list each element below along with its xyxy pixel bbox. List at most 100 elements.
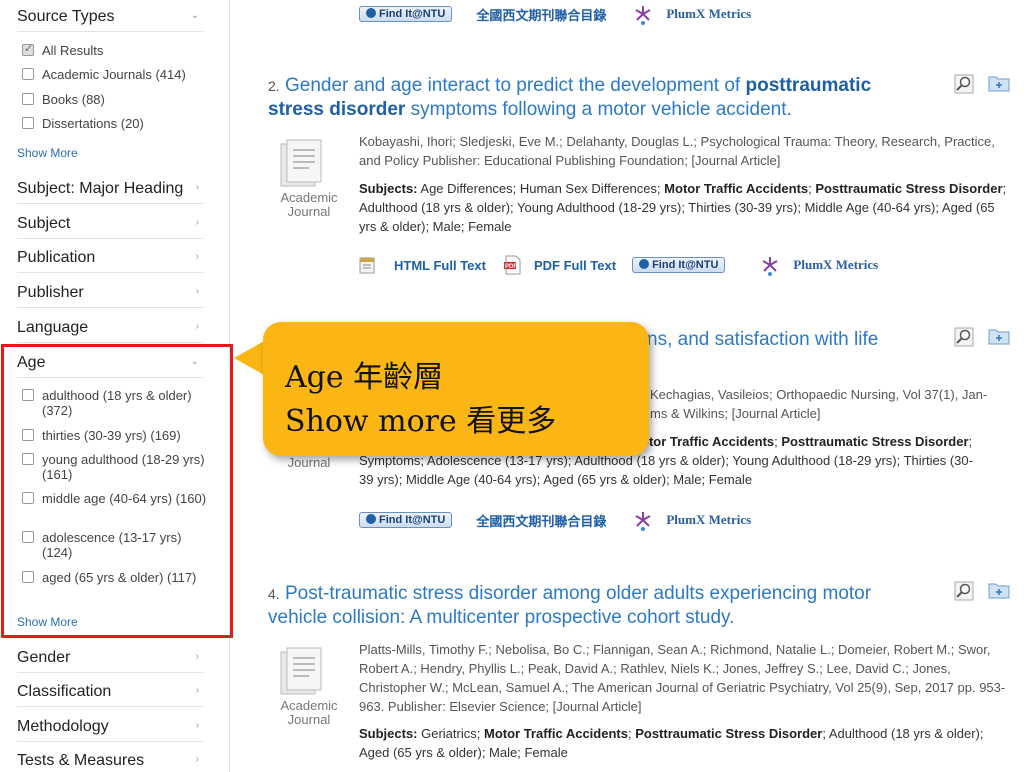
doc-type-line: Academic	[280, 698, 338, 713]
authors-line: Kechagias, Vasileios; Orthopaedic Nursin…	[650, 387, 988, 402]
add-to-folder-icon[interactable]	[988, 581, 1010, 599]
union-catalog-link[interactable]: 全國西文期刊聯合目錄	[476, 511, 606, 530]
result-authors: Kobayashi, Ihori; Sledjeski, Eve M.; Del…	[359, 134, 995, 168]
html-full-text-icon	[359, 257, 375, 274]
doc-type-line: Journal	[287, 204, 331, 219]
chevron-right-icon: ›	[195, 286, 199, 297]
chevron-right-icon: ›	[195, 217, 199, 228]
subjects-highlight: otor Traffic Accidents	[641, 434, 775, 449]
plumx-metrics-link[interactable]: PlumX Metrics	[793, 257, 878, 273]
result-number: 2.	[268, 78, 280, 94]
plumx-icon	[762, 257, 778, 276]
source-type-label: Academic Journals (414)	[42, 67, 186, 82]
result-authors: Kechagias, Vasileios; Orthopaedic Nursin…	[650, 385, 1010, 423]
facet-source-types[interactable]: Source Types ⌄	[17, 2, 203, 32]
result-1-links: Find It@NTU 全國西文期刊聯合目錄 PlumX Metrics	[359, 3, 751, 25]
result-tools	[954, 581, 1010, 601]
facet-subject-major-heading[interactable]: Subject: Major Heading ›	[17, 174, 203, 204]
result-subjects-cont: Symptoms; Adolescence (13-17 yrs); Adult…	[359, 451, 1009, 489]
svg-text:PDF: PDF	[505, 264, 517, 270]
result-tools	[954, 74, 1010, 94]
find-it-ntu-button[interactable]: Find It@NTU	[632, 257, 726, 273]
result-authors: Platts-Mills, Timothy F.; Nebolisa, Bo C…	[359, 642, 1006, 714]
facet-language[interactable]: Language ›	[17, 313, 203, 343]
subjects-label: Subjects:	[359, 726, 418, 741]
pdf-full-text-link[interactable]: PDF Full Text	[534, 258, 616, 273]
callout-pointer	[234, 340, 266, 376]
result-title-link[interactable]: ns, and satisfaction with life	[647, 328, 947, 351]
facet-label: Publication	[17, 248, 96, 266]
subjects-label: Subjects:	[359, 181, 418, 196]
source-type-label: Dissertations (20)	[42, 116, 144, 131]
facet-publication[interactable]: Publication ›	[17, 243, 203, 273]
preview-magnifier-icon[interactable]	[954, 74, 974, 94]
title-text: Post-traumatic stress disorder among old…	[268, 583, 872, 628]
academic-journal-icon	[280, 139, 322, 187]
facet-subject[interactable]: Subject ›	[17, 209, 203, 239]
find-it-icon	[366, 514, 376, 524]
facet-label: Methodology	[17, 717, 109, 735]
facet-label: Classification	[17, 682, 112, 700]
chevron-right-icon: ›	[195, 182, 199, 193]
find-it-ntu-button[interactable]: Find It@NTU	[359, 512, 453, 528]
add-to-folder-icon[interactable]	[988, 74, 1010, 92]
doc-type-line: Academic	[280, 190, 338, 205]
checkbox[interactable]	[22, 93, 34, 105]
subjects-text: Age Differences; Human Sex Differences;	[417, 181, 665, 196]
checkbox[interactable]	[22, 117, 34, 129]
subjects-line: 39 yrs); Middle Age (40-64 yrs); Aged (6…	[359, 472, 753, 487]
plumx-icon	[635, 512, 651, 531]
callout-line-age: Age 年齡層	[285, 360, 444, 395]
subjects-text: Geriatrics;	[417, 726, 484, 741]
doc-type-line: Journal	[287, 712, 331, 727]
chevron-right-icon: ›	[195, 754, 199, 765]
facet-tests-measures[interactable]: Tests & Measures ›	[17, 746, 203, 772]
result-tools	[954, 327, 1010, 347]
result-title-link[interactable]: 4. Post-traumatic stress disorder among …	[268, 582, 928, 629]
result-3-links: Find It@NTU 全國西文期刊聯合目錄 PlumX Metrics	[359, 509, 751, 531]
facet-label: Subject	[17, 214, 71, 232]
facet-publisher[interactable]: Publisher ›	[17, 278, 203, 308]
find-it-label: Find It@NTU	[379, 514, 446, 526]
find-it-label: Find It@NTU	[379, 8, 446, 20]
union-catalog-link[interactable]: 全國西文期刊聯合目錄	[476, 5, 606, 24]
title-part: Gender and age interact to predict the d…	[284, 75, 746, 96]
source-type-label: All Results	[42, 43, 104, 58]
chevron-right-icon: ›	[195, 321, 199, 332]
plumx-metrics-link[interactable]: PlumX Metrics	[666, 6, 751, 22]
result-number: 4.	[268, 586, 280, 602]
find-it-icon	[639, 259, 650, 269]
subjects-highlight: Motor Traffic Accidents	[483, 726, 628, 741]
doc-type-label: Journal	[287, 455, 331, 470]
facet-methodology[interactable]: Methodology ›	[17, 712, 203, 742]
facet-gender[interactable]: Gender ›	[17, 643, 203, 673]
plumx-metrics-link[interactable]: PlumX Metrics	[666, 512, 751, 528]
checkbox[interactable]	[22, 42, 34, 57]
find-it-ntu-button[interactable]: Find It@NTU	[359, 6, 453, 22]
html-full-text-link[interactable]: HTML Full Text	[394, 258, 486, 273]
subjects-highlight: Motor Traffic Accidents	[664, 181, 809, 196]
title-part: symptoms following a motor vehicle accid…	[405, 99, 792, 120]
chevron-right-icon: ›	[195, 720, 199, 731]
annotation-callout: Age 年齡層 Show more 看更多	[263, 322, 649, 456]
chevron-right-icon: ›	[195, 685, 199, 696]
add-to-folder-icon[interactable]	[988, 327, 1010, 345]
find-it-label: Find It@NTU	[652, 259, 719, 271]
source-types-show-more-link[interactable]: Show More	[17, 146, 78, 160]
doc-type-label: Academic Journal	[274, 191, 344, 219]
facet-source-types-label: Source Types	[17, 7, 115, 25]
preview-magnifier-icon[interactable]	[954, 581, 974, 601]
subjects-highlight: Posttraumatic Stress Disorder	[815, 181, 1003, 196]
subjects-highlight: Posttraumatic Stress Disorder	[635, 726, 823, 741]
checkbox[interactable]	[22, 68, 34, 80]
chevron-right-icon: ›	[195, 651, 199, 662]
result-title-link[interactable]: 2. Gender and age interact to predict th…	[268, 74, 928, 121]
subjects-text: ;	[968, 434, 973, 449]
facet-label: Tests & Measures	[17, 751, 145, 769]
source-type-label: Books (88)	[42, 92, 105, 107]
facet-classification[interactable]: Classification ›	[17, 677, 203, 707]
preview-magnifier-icon[interactable]	[954, 327, 974, 347]
age-highlight-box	[1, 344, 233, 638]
result-2-links: HTML Full Text PDF PDF Full Text Find It…	[359, 254, 878, 276]
chevron-down-icon: ⌄	[190, 10, 199, 21]
